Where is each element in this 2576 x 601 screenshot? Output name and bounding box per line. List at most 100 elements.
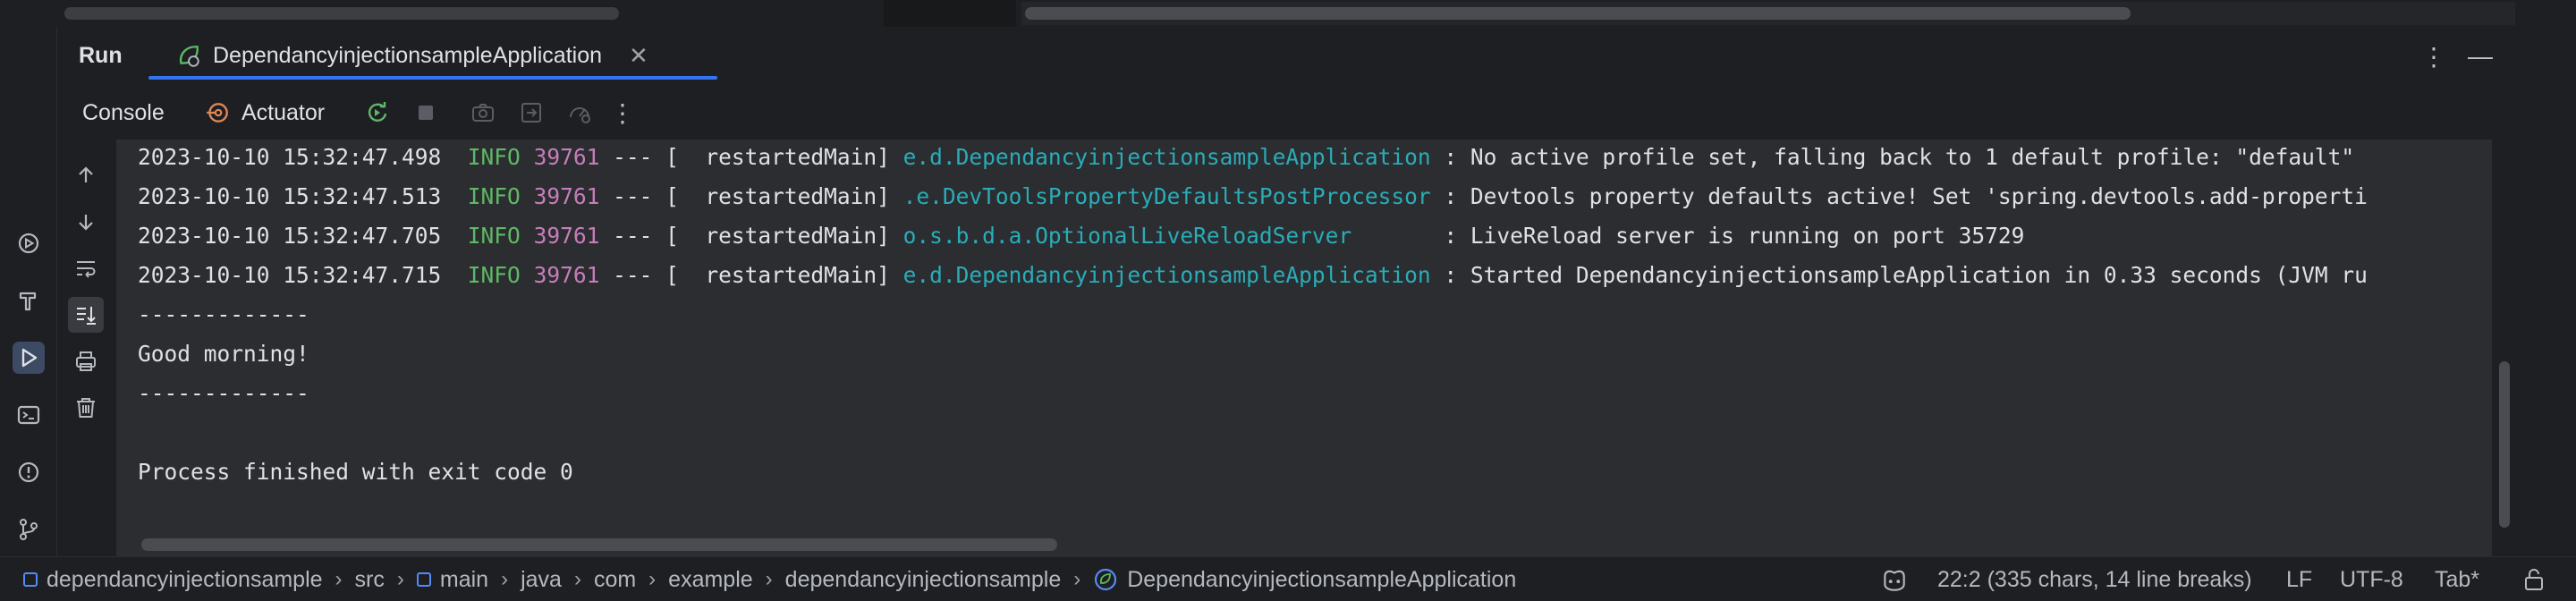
console-output[interactable]: 2023-10-10 15:32:47.498 INFO 39761 --- […: [116, 140, 2492, 533]
run-panel-title: Run: [79, 43, 123, 68]
log-level: INFO: [467, 262, 521, 288]
chevron-right-icon: ›: [648, 567, 657, 591]
log-thread: --- [ restartedMain]: [613, 183, 890, 209]
log-pid: 39761: [533, 183, 600, 209]
run-toolbar: Console Actuator ⋮: [57, 86, 2576, 140]
terminal-icon[interactable]: [13, 399, 45, 431]
log-line: 2023-10-10 15:32:47.498 INFO 39761 --- […: [138, 141, 2354, 174]
log-thread: --- [ restartedMain]: [613, 262, 890, 288]
toolbar-more-icon[interactable]: ⋮: [606, 97, 639, 129]
lock-icon[interactable]: [2521, 557, 2547, 601]
editor-scroll-strip: [0, 0, 2576, 27]
close-tab-icon[interactable]: ✕: [629, 42, 648, 70]
chevron-right-icon: ›: [765, 567, 773, 591]
breadcrumb-label: java: [521, 566, 562, 592]
console-actions-gutter: [57, 140, 116, 556]
spring-class-icon: [1095, 568, 1117, 591]
breadcrumb-label: com: [593, 566, 637, 592]
log-pid: 39761: [533, 223, 600, 249]
exit-icon[interactable]: [515, 97, 547, 129]
log-line: 2023-10-10 15:32:47.705 INFO 39761 --- […: [138, 220, 2024, 252]
breadcrumb-label: src: [354, 566, 385, 592]
print-icon[interactable]: [68, 343, 104, 379]
log-logger-link[interactable]: .e.DevToolsPropertyDefaultsPostProcessor: [903, 183, 1431, 209]
file-encoding[interactable]: UTF-8: [2340, 557, 2403, 601]
soft-wrap-icon[interactable]: [68, 250, 104, 286]
tool-window-bar: [0, 27, 57, 556]
breadcrumb-item[interactable]: java: [521, 567, 562, 593]
run-configuration-tab[interactable]: DependancyinjectionsampleApplication ✕: [166, 38, 657, 73]
breadcrumb-item[interactable]: dependancyinjectionsample: [785, 567, 1062, 593]
log-logger-link[interactable]: e.d.DependancyinjectionsampleApplication: [903, 144, 1431, 170]
scroll-up-icon[interactable]: [68, 157, 104, 193]
breadcrumb-item[interactable]: dependancyinjectionsample: [23, 567, 323, 593]
clear-all-trash-icon[interactable]: [68, 390, 104, 426]
log-logger-link[interactable]: e.d.DependancyinjectionsampleApplication: [903, 262, 1431, 288]
log-timestamp: 2023-10-10 15:32:47.715: [138, 262, 442, 288]
editor-scrollbar-thumb-left[interactable]: [64, 7, 619, 20]
console-tab[interactable]: Console: [68, 95, 179, 131]
breadcrumb-item[interactable]: com: [594, 567, 636, 593]
log-timestamp: 2023-10-10 15:32:47.498: [138, 144, 442, 170]
output-greeting: Good morning!: [138, 341, 309, 367]
camera-icon[interactable]: [467, 97, 499, 129]
log-pid: 39761: [533, 144, 600, 170]
caret-position[interactable]: 22:2 (335 chars, 14 line breaks): [1937, 557, 2252, 601]
log-timestamp: 2023-10-10 15:32:47.513: [138, 183, 442, 209]
minimize-icon[interactable]: —: [2465, 41, 2496, 72]
log-line: 2023-10-10 15:32:47.513 INFO 39761 --- […: [138, 181, 2368, 213]
process-exit-message: Process finished with exit code 0: [138, 459, 573, 485]
indent-setting[interactable]: Tab*: [2435, 557, 2479, 601]
services-icon[interactable]: [13, 227, 45, 259]
line-separator[interactable]: LF: [2286, 557, 2312, 601]
actuator-tab[interactable]: Actuator: [204, 95, 325, 131]
build-hammer-icon[interactable]: [13, 284, 45, 317]
log-message: : Devtools property defaults active! Set…: [1444, 183, 2368, 209]
editor-divider: [884, 0, 1016, 27]
breadcrumb: dependancyinjectionsample › src › main ›…: [23, 557, 1516, 601]
log-level: INFO: [467, 183, 521, 209]
log-message: : LiveReload server is running on port 3…: [1444, 223, 2025, 249]
stop-icon[interactable]: [410, 97, 442, 129]
chevron-right-icon: ›: [396, 567, 404, 591]
breadcrumb-item[interactable]: DependancyinjectionsampleApplication: [1093, 567, 1516, 593]
more-options-icon[interactable]: ⋮: [2419, 41, 2449, 72]
editor-scrollbar-thumb-right[interactable]: [1025, 7, 2131, 20]
log-thread: --- [ restartedMain]: [613, 144, 890, 170]
log-logger-link[interactable]: o.s.b.d.a.OptionalLiveReloadServer: [903, 223, 1431, 249]
breadcrumb-label: DependancyinjectionsampleApplication: [1127, 566, 1517, 592]
console-vertical-scrollbar-thumb[interactable]: [2499, 361, 2510, 528]
breadcrumb-item[interactable]: example: [668, 567, 753, 593]
run-icon[interactable]: [13, 342, 45, 374]
output-separator: -------------: [138, 301, 309, 327]
log-message: : Started DependancyinjectionsampleAppli…: [1444, 262, 2368, 288]
profiler-icon[interactable]: [564, 97, 596, 129]
output-separator: -------------: [138, 380, 309, 406]
log-pid: 39761: [533, 262, 600, 288]
run-tool-window-header: Run DependancyinjectionsampleApplication…: [57, 27, 2576, 84]
log-level: INFO: [467, 223, 521, 249]
chevron-right-icon: ›: [573, 567, 581, 591]
breadcrumb-label: main: [439, 566, 489, 592]
git-icon[interactable]: [13, 513, 45, 546]
spring-boot-icon: [179, 46, 199, 67]
scroll-down-icon[interactable]: [68, 204, 104, 240]
copilot-icon[interactable]: [1880, 557, 1909, 601]
module-icon: [23, 572, 38, 587]
chevron-right-icon: ›: [335, 567, 343, 591]
log-line: 2023-10-10 15:32:47.715 INFO 39761 --- […: [138, 259, 2368, 292]
breadcrumb-label: example: [668, 566, 753, 592]
actuator-tab-label: Actuator: [242, 99, 326, 125]
problems-icon[interactable]: [13, 456, 45, 488]
active-tab-indicator: [148, 76, 717, 80]
breadcrumb-label: dependancyinjectionsample: [47, 566, 323, 592]
source-folder-icon: [416, 572, 431, 587]
breadcrumb-item[interactable]: src: [355, 567, 385, 593]
scroll-to-end-icon[interactable]: [68, 297, 104, 333]
breadcrumb-label: dependancyinjectionsample: [784, 566, 1062, 592]
breadcrumb-item[interactable]: main: [416, 566, 489, 593]
rerun-icon[interactable]: [361, 97, 394, 129]
console-horizontal-scrollbar-thumb[interactable]: [141, 538, 1057, 551]
status-bar: dependancyinjectionsample › src › main ›…: [0, 556, 2576, 601]
log-message: : No active profile set, falling back to…: [1444, 144, 2355, 170]
